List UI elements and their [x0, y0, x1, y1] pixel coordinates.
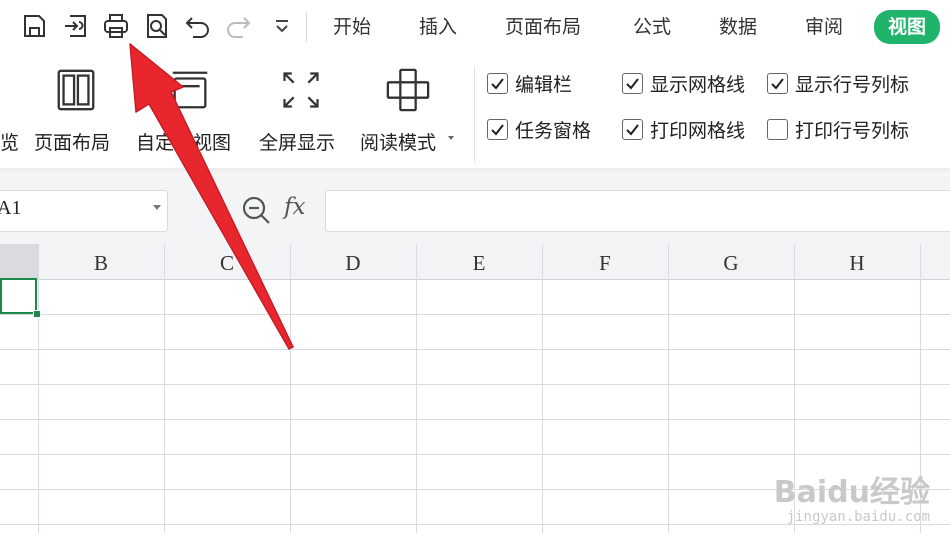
checkbox-checked-icon[interactable]: [487, 73, 508, 94]
redo-icon[interactable]: [222, 10, 254, 42]
ribbon-separator: [474, 66, 475, 162]
tab-view[interactable]: 视图: [874, 10, 941, 44]
checkbox-checked-icon[interactable]: [767, 73, 788, 94]
watermark: Baidu经验 jingyan.baidu.com: [774, 467, 930, 525]
undo-icon[interactable]: [182, 10, 214, 42]
checkbox-checked-icon[interactable]: [622, 119, 643, 140]
checkbox-label: 打印行号列标: [795, 120, 910, 142]
title-bar: 开始 插入 页面布局 公式 数据 审阅 视图: [0, 0, 950, 54]
checkbox-unchecked[interactable]: [767, 119, 788, 140]
custom-view-button[interactable]: 自定义视图: [136, 66, 231, 154]
print-preview-icon[interactable]: [141, 10, 173, 42]
checkbox-formula-bar[interactable]: 编辑栏: [487, 70, 572, 97]
formula-input[interactable]: [325, 190, 950, 232]
active-cell-a1[interactable]: [0, 278, 37, 314]
column-header-h[interactable]: H: [794, 244, 920, 279]
checkbox-checked-icon[interactable]: [622, 73, 643, 94]
column-header-f[interactable]: F: [542, 244, 668, 279]
column-header-e[interactable]: E: [416, 244, 542, 279]
tab-formulas[interactable]: 公式: [633, 12, 671, 42]
row-gridline: [0, 314, 950, 315]
name-box[interactable]: A1: [0, 190, 168, 232]
fullscreen-button[interactable]: 全屏显示: [259, 66, 335, 154]
reading-mode-button[interactable]: 阅读模式: [360, 66, 454, 154]
checkbox-label: 显示网格线: [650, 74, 746, 96]
checkbox-label: 任务窗格: [515, 120, 592, 142]
custom-view-label: 自定义视图: [136, 132, 232, 154]
tab-home[interactable]: 开始: [333, 12, 371, 42]
checkbox-task-pane[interactable]: 任务窗格: [487, 116, 591, 143]
save-icon[interactable]: [18, 10, 50, 42]
zoom-icon[interactable]: [240, 194, 272, 226]
page-layout-view-label: 页面布局: [34, 132, 111, 154]
name-box-dropdown-icon[interactable]: [153, 205, 161, 210]
checkbox-show-gridlines[interactable]: 显示网格线: [622, 70, 745, 97]
print-icon[interactable]: [100, 10, 132, 42]
reading-mode-icon: [384, 66, 432, 114]
row-gridline: [0, 454, 950, 455]
column-header-b[interactable]: B: [38, 244, 164, 279]
row-gridline: [0, 384, 950, 385]
ribbon-partial-label: 览: [0, 132, 20, 154]
customize-toolbar-dropdown-icon[interactable]: [266, 10, 298, 42]
checkbox-label: 编辑栏: [515, 74, 573, 96]
tab-review[interactable]: 审阅: [805, 12, 843, 42]
toolbar-separator: [306, 12, 307, 42]
tab-page-layout[interactable]: 页面布局: [505, 12, 581, 42]
view-ribbon: 览 页面布局 自定义视图 全屏显示 阅读模式 编辑栏 显示网格线 显示行号列标 …: [0, 54, 950, 172]
row-gridline: [0, 419, 950, 420]
select-all-corner[interactable]: [0, 244, 38, 279]
column-header-g[interactable]: G: [668, 244, 794, 279]
row-gridline: [0, 349, 950, 350]
checkbox-print-gridlines[interactable]: 打印网格线: [622, 116, 745, 143]
insert-function-icon[interactable]: fx: [284, 194, 305, 220]
reading-mode-label: 阅读模式: [360, 132, 437, 154]
watermark-sub: jingyan.baidu.com: [786, 509, 930, 525]
export-icon[interactable]: [60, 10, 92, 42]
cell-reference: A1: [0, 197, 22, 219]
tab-insert[interactable]: 插入: [419, 12, 457, 42]
fill-handle[interactable]: [33, 310, 41, 318]
page-layout-icon: [52, 66, 100, 114]
column-header-d[interactable]: D: [290, 244, 416, 279]
checkbox-label: 打印网格线: [650, 120, 746, 142]
custom-view-icon: [166, 66, 214, 114]
page-layout-view-button[interactable]: 页面布局: [34, 66, 110, 154]
checkbox-print-headings[interactable]: 打印行号列标: [767, 116, 909, 143]
reading-mode-dropdown-icon[interactable]: [448, 136, 454, 140]
checkbox-show-headings[interactable]: 显示行号列标: [767, 70, 909, 97]
fullscreen-icon: [277, 66, 325, 114]
column-header-c[interactable]: C: [164, 244, 290, 279]
checkbox-label: 显示行号列标: [795, 74, 910, 96]
checkbox-checked-icon[interactable]: [487, 119, 508, 140]
watermark-main: Baidu经验: [773, 475, 930, 510]
fullscreen-label: 全屏显示: [259, 132, 336, 154]
tab-data[interactable]: 数据: [719, 12, 757, 42]
ribbon-bottom-edge: [0, 168, 950, 176]
